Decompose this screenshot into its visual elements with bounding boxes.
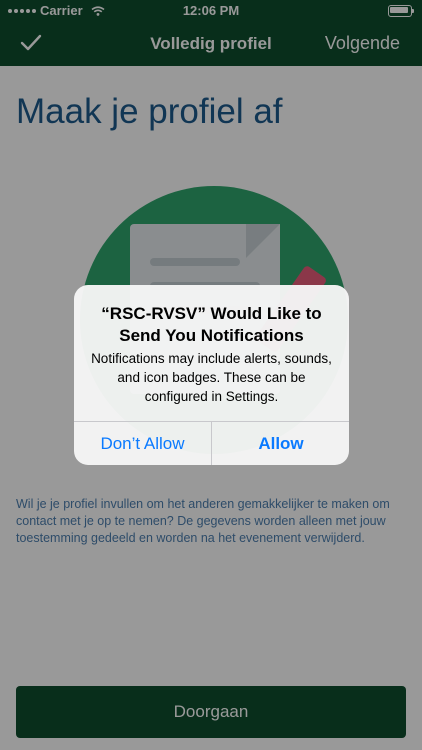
dont-allow-button[interactable]: Don’t Allow [74, 422, 211, 465]
app-screen: Carrier 12:06 PM Volledig profiel Volgen… [0, 0, 422, 750]
notification-permission-alert: “RSC-RVSV” Would Like to Send You Notifi… [74, 285, 349, 465]
alert-actions: Don’t Allow Allow [74, 421, 349, 465]
alert-message: Notifications may include alerts, sounds… [91, 351, 332, 404]
alert-title: “RSC-RVSV” Would Like to Send You Notifi… [101, 304, 322, 345]
allow-button[interactable]: Allow [211, 422, 349, 465]
